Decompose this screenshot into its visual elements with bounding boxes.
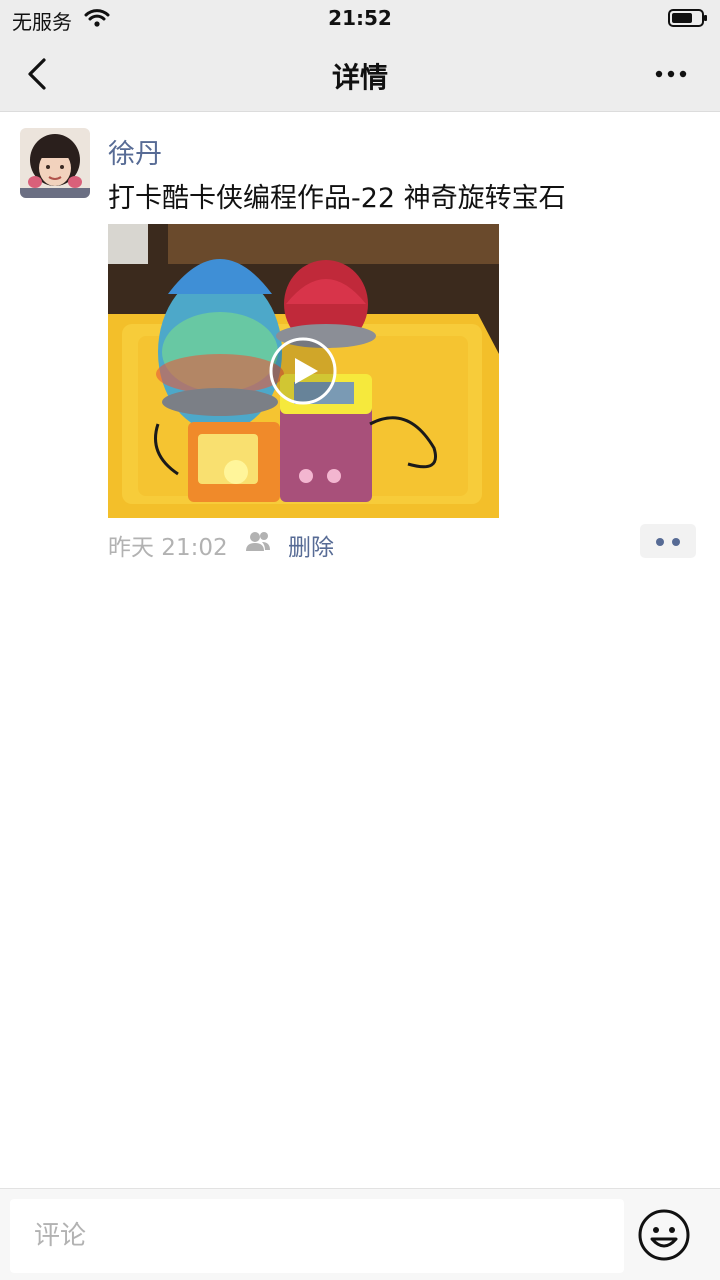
post-time: 昨天 21:02 [108,535,228,561]
smiley-icon[interactable] [636,1207,692,1263]
page-title: 详情 [331,61,388,94]
avatar[interactable] [20,128,90,198]
ellipsis-icon [656,538,664,546]
video-thumbnail[interactable] [108,224,499,518]
more-horizontal-icon [655,70,687,78]
battery-icon [668,9,707,27]
delete-button[interactable]: 删除 [288,528,334,562]
comment-input[interactable] [10,1199,624,1273]
status-bar: 无服务 21:52 [0,0,720,36]
comment-bar [0,1188,720,1280]
nav-bar: 详情 [0,36,720,112]
author-name[interactable]: 徐丹 [108,132,162,171]
play-icon[interactable] [268,336,338,406]
post-action-button[interactable] [640,524,696,558]
ellipsis-dot [672,538,680,546]
more-button[interactable] [648,54,694,94]
post-text: 打卡酷卡侠编程作品-22 神奇旋转宝石 [108,183,566,214]
status-time: 21:52 [328,6,392,30]
people-icon [246,532,270,551]
